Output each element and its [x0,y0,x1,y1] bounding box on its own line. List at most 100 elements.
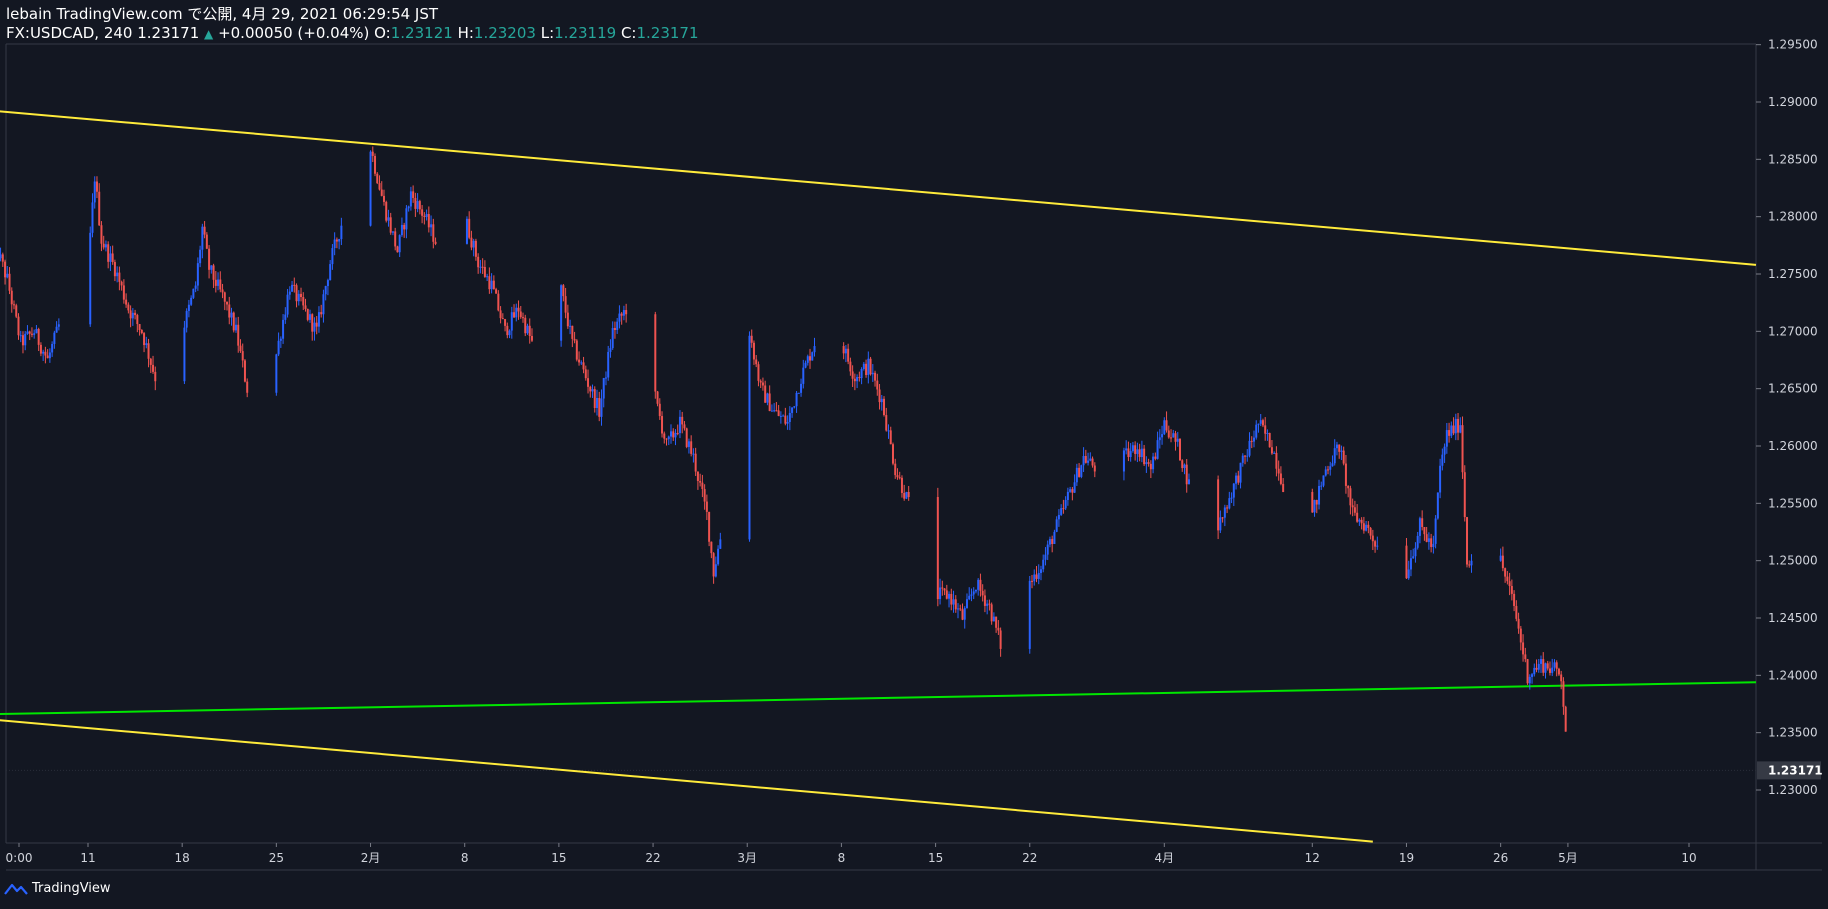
candle-body [190,297,193,305]
candle [1158,429,1161,449]
candle-body [228,304,231,318]
candle-body [1468,564,1471,566]
candle-body [770,410,773,412]
candle [703,484,706,510]
candle [519,305,522,319]
candle-body [1470,560,1473,566]
candle [430,215,433,237]
candle-body [210,265,213,270]
candle [490,273,493,294]
tradingview-branding[interactable]: TradingView [4,881,111,896]
candle-body [1542,659,1545,673]
candle-body [91,202,94,233]
candle [1078,463,1081,478]
candle-body [1544,663,1547,673]
candle [582,356,585,374]
price-chart[interactable]: 1.29500 1.29000 1.28500 1.28000 1.27500 1.270… [0,0,1828,909]
candle [42,349,45,361]
candle-body [1136,449,1139,454]
time-tick-label: 26 [1493,851,1508,865]
candle-body [1510,585,1513,594]
candle-body [959,608,962,610]
candle [55,321,58,333]
candle-body [304,305,307,309]
candle-body [654,314,657,392]
price-tick-label: 1.25000 [1768,554,1818,568]
candle-body [779,415,782,417]
candle-body [856,377,859,382]
candle [974,589,977,594]
candle [676,424,679,436]
candle-body [883,398,886,416]
candle [1510,579,1513,601]
candle [1062,499,1065,514]
candle-body [192,288,195,298]
candle-body [295,285,298,302]
candle [385,200,388,223]
candle-body [714,564,717,577]
candle-body [515,307,518,318]
candle [618,305,621,329]
time-tick-label: 10 [1681,851,1696,865]
candle-body [495,289,498,294]
candle-body [24,333,27,346]
candle-body [338,239,341,242]
candle [479,259,482,274]
price-axis[interactable]: 1.29500 1.29000 1.28500 1.28000 1.27500 1.270… [1756,38,1823,797]
candle [116,266,119,283]
candle-body [1071,489,1074,493]
candle [1459,417,1462,434]
candle [788,406,791,431]
candle [138,323,141,336]
candle-body [479,266,482,268]
candle-body [1279,473,1282,484]
candle [522,312,525,323]
candle [234,317,237,333]
trendlines[interactable] [0,110,1757,843]
candle-body [1165,420,1168,431]
candle [329,260,332,281]
candle-body [432,224,435,242]
candle-body [620,313,623,316]
candle [1515,600,1518,622]
candle-body [241,351,244,361]
time-tick-label: 19 [1399,851,1414,865]
candle [800,378,803,397]
candle [528,318,531,344]
candle [1371,529,1374,551]
time-axis[interactable]: 0:00 11 18 25 2月 8 15 22 3月 8 15 22 4月 12 19 26 5月 10 [6,843,1697,865]
candle-body [1131,445,1134,452]
candle [203,221,206,239]
trendline-1[interactable] [0,110,1757,266]
trendline-2[interactable] [0,681,1757,716]
candle-body [1540,659,1543,664]
candle [1037,564,1040,585]
candle-body [425,214,428,217]
candle [104,240,107,252]
candle-body [894,463,897,476]
candle [409,186,412,211]
candle-body [791,407,794,413]
candle-body [391,231,394,233]
candle-body [1463,472,1466,518]
candle-body [1048,539,1051,545]
candle-body [57,324,60,327]
candle-body [1163,420,1166,435]
candle-body [407,206,410,209]
candle-body [226,301,229,305]
candle-body [977,579,980,590]
candle [371,146,374,163]
candles[interactable] [0,146,1567,732]
trendline-3[interactable] [0,719,1373,843]
candle [795,391,798,413]
candle-body [1513,593,1516,606]
candle [1414,542,1417,563]
candle-body [100,225,103,244]
candle-body [282,319,285,339]
candle [1499,548,1502,562]
candle [569,319,572,335]
candle-body [611,328,614,349]
candle-body [465,218,468,244]
candle-body [669,431,672,437]
candle-body [1037,572,1040,579]
